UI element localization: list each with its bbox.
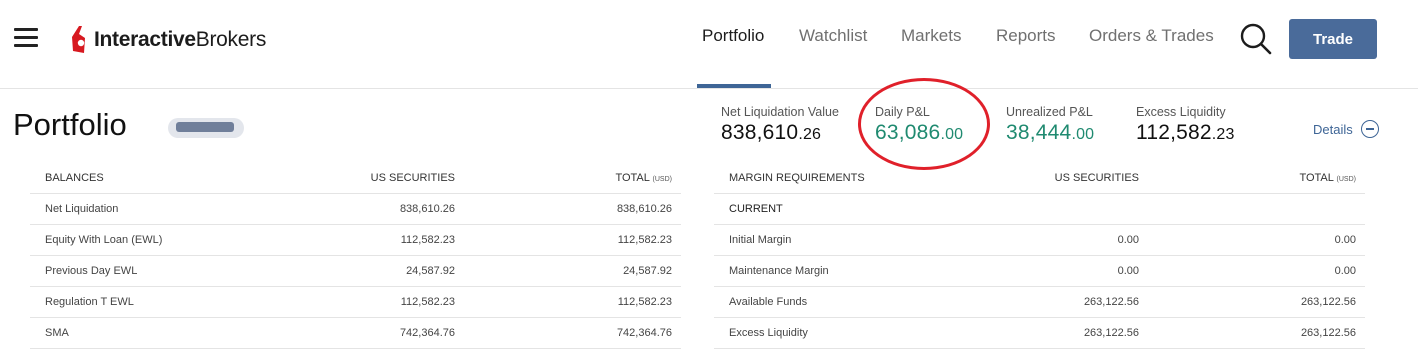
table-row: Equity With Loan (EWL) 112,582.23 112,58… — [30, 225, 681, 256]
row-us-value: 838,610.26 — [399, 203, 455, 215]
table-row: Previous Day EWL 24,587.92 24,587.92 — [30, 256, 681, 287]
row-total-value: 0.00 — [1334, 234, 1356, 246]
metric-label: Excess Liquidity — [1136, 105, 1226, 119]
table-row: Maintenance Margin 0.00 0.00 — [714, 256, 1365, 287]
row-us-value: 24,587.92 — [406, 265, 455, 277]
nav-watchlist[interactable]: Watchlist — [799, 26, 867, 46]
page-title: Portfolio — [13, 107, 127, 142]
row-label: Previous Day EWL — [45, 265, 138, 277]
row-us-value: 0.00 — [1117, 234, 1139, 246]
row-total-value: 112,582.23 — [617, 234, 672, 246]
table-section-row: CURRENT — [714, 194, 1365, 225]
highlight-annotation-circle — [858, 78, 990, 170]
top-header: InteractiveBrokers Portfolio Watchlist M… — [0, 0, 1418, 89]
metric-value: 38,444.00 — [1006, 121, 1095, 144]
metric-net-liquidation: Net Liquidation Value 838,610.26 — [721, 105, 839, 145]
account-selector[interactable] — [168, 118, 244, 138]
nav-orders-trades[interactable]: Orders & Trades — [1089, 26, 1214, 46]
row-total-value: 742,364.76 — [616, 327, 672, 339]
column-header-us-securities: US SECURITIES — [370, 172, 455, 184]
logo-flame-icon — [72, 26, 85, 53]
trade-button[interactable]: Trade — [1289, 19, 1377, 59]
row-total-value: 112,582.23 — [617, 296, 672, 308]
section-label-current: CURRENT — [729, 203, 783, 215]
metric-value: 112,582.23 — [1136, 121, 1235, 144]
hamburger-menu-icon[interactable] — [14, 28, 40, 48]
table-row: SMA 742,364.76 742,364.76 — [30, 318, 681, 349]
column-header-us-securities: US SECURITIES — [1054, 172, 1139, 184]
details-label: Details — [1313, 121, 1353, 137]
metric-excess-liquidity: Excess Liquidity 112,582.23 — [1136, 105, 1235, 145]
active-nav-indicator — [697, 84, 771, 88]
row-total-value: 263,122.56 — [1300, 296, 1356, 308]
metric-unrealized-pnl: Unrealized P&L 38,444.00 — [1006, 105, 1094, 145]
table-row: Available Funds 263,122.56 263,122.56 — [714, 287, 1365, 318]
collapse-minus-icon — [1360, 120, 1379, 138]
row-label: Available Funds — [729, 296, 808, 308]
row-label: Initial Margin — [729, 234, 792, 246]
row-label: Excess Liquidity — [729, 327, 808, 339]
row-label: Net Liquidation — [45, 203, 119, 215]
table-row: Net Liquidation 838,610.26 838,610.26 — [30, 194, 681, 225]
row-us-value: 0.00 — [1117, 265, 1139, 277]
logo-text: InteractiveBrokers — [94, 28, 267, 51]
row-label: Equity With Loan (EWL) — [45, 234, 163, 246]
column-header-margin-requirements: MARGIN REQUIREMENTS — [729, 172, 865, 184]
metric-label: Unrealized P&L — [1006, 105, 1093, 119]
row-total-value: 263,122.56 — [1300, 327, 1356, 339]
row-us-value: 112,582.23 — [400, 234, 455, 246]
table-row: Excess Liquidity 263,122.56 263,122.56 — [714, 318, 1365, 349]
details-toggle[interactable]: Details — [1313, 120, 1379, 138]
nav-portfolio[interactable]: Portfolio — [702, 26, 764, 46]
row-total-value: 838,610.26 — [616, 203, 672, 215]
row-us-value: 263,122.56 — [1083, 296, 1139, 308]
table-row: Initial Margin 0.00 0.00 — [714, 225, 1365, 256]
row-label: Maintenance Margin — [729, 265, 829, 277]
redacted-account-id — [176, 122, 234, 132]
search-icon[interactable] — [1239, 22, 1273, 56]
row-label: SMA — [45, 327, 69, 339]
metric-value: 838,610.26 — [721, 121, 822, 144]
nav-markets[interactable]: Markets — [901, 26, 961, 46]
column-header-total: TOTAL (USD) — [1299, 172, 1356, 184]
row-us-value: 742,364.76 — [399, 327, 455, 339]
row-us-value: 112,582.23 — [400, 296, 455, 308]
row-total-value: 24,587.92 — [623, 265, 672, 277]
nav-reports[interactable]: Reports — [996, 26, 1056, 46]
row-label: Regulation T EWL — [45, 296, 134, 308]
table-header-row: MARGIN REQUIREMENTS US SECURITIES TOTAL … — [714, 163, 1365, 194]
row-total-value: 0.00 — [1334, 265, 1356, 277]
column-header-total: TOTAL (USD) — [615, 172, 672, 184]
row-us-value: 263,122.56 — [1083, 327, 1139, 339]
table-header-row: BALANCES US SECURITIES TOTAL (USD) — [30, 163, 681, 194]
column-header-balances: BALANCES — [45, 172, 104, 184]
interactive-brokers-logo[interactable]: InteractiveBrokers — [70, 22, 266, 58]
metric-label: Net Liquidation Value — [721, 105, 839, 119]
table-row: Regulation T EWL 112,582.23 112,582.23 — [30, 287, 681, 318]
